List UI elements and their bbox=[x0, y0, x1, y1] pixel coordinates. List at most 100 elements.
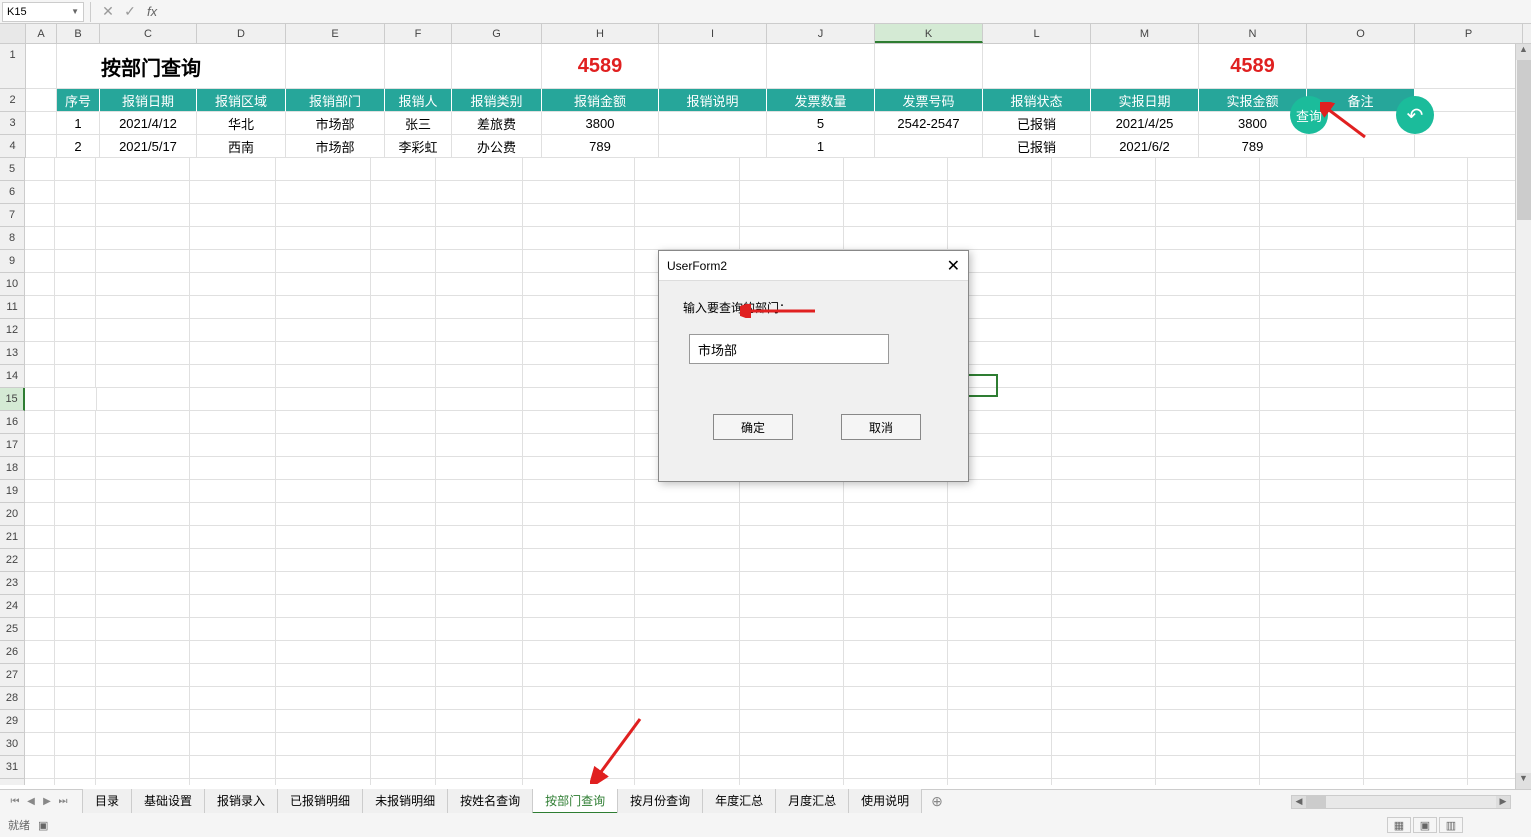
empty-cell[interactable] bbox=[371, 434, 436, 457]
empty-cell[interactable] bbox=[55, 342, 96, 365]
empty-cell[interactable] bbox=[96, 756, 190, 779]
empty-cell[interactable] bbox=[948, 664, 1052, 687]
empty-cell[interactable] bbox=[55, 733, 96, 756]
empty-cell[interactable] bbox=[276, 204, 371, 227]
empty-cell[interactable] bbox=[25, 480, 55, 503]
table-cell[interactable]: 张三 bbox=[385, 112, 452, 135]
empty-cell[interactable] bbox=[1364, 687, 1468, 710]
empty-cell[interactable] bbox=[96, 503, 190, 526]
empty-cell[interactable] bbox=[371, 756, 436, 779]
empty-cell[interactable] bbox=[740, 503, 844, 526]
spreadsheet-grid[interactable]: 1按部门查询458945892序号报销日期报销区域报销部门报销人报销类别报销金额… bbox=[0, 44, 1531, 785]
empty-cell[interactable] bbox=[190, 687, 276, 710]
empty-cell[interactable] bbox=[96, 733, 190, 756]
empty-cell[interactable] bbox=[25, 595, 55, 618]
sheet-tab[interactable]: 年度汇总 bbox=[702, 789, 776, 814]
empty-cell[interactable] bbox=[25, 296, 55, 319]
empty-cell[interactable] bbox=[25, 342, 55, 365]
empty-cell[interactable] bbox=[96, 480, 190, 503]
empty-cell[interactable] bbox=[25, 319, 55, 342]
empty-cell[interactable] bbox=[25, 503, 55, 526]
empty-cell[interactable] bbox=[25, 227, 55, 250]
empty-cell[interactable] bbox=[55, 319, 96, 342]
scroll-thumb-vertical[interactable] bbox=[1517, 60, 1531, 220]
column-header-K[interactable]: K bbox=[875, 24, 983, 43]
empty-cell[interactable] bbox=[436, 618, 523, 641]
row-header[interactable]: 1 bbox=[0, 44, 26, 89]
table-cell[interactable]: 3800 bbox=[542, 112, 659, 135]
empty-cell[interactable] bbox=[190, 457, 276, 480]
empty-cell[interactable] bbox=[55, 549, 96, 572]
empty-cell[interactable] bbox=[436, 204, 523, 227]
empty-cell[interactable] bbox=[948, 549, 1052, 572]
empty-cell[interactable] bbox=[190, 503, 276, 526]
row-header[interactable]: 12 bbox=[0, 319, 25, 342]
scroll-thumb-horizontal[interactable] bbox=[1306, 796, 1326, 808]
empty-cell[interactable] bbox=[635, 664, 739, 687]
empty-cell[interactable] bbox=[436, 342, 523, 365]
empty-cell[interactable] bbox=[740, 480, 844, 503]
empty-cell[interactable] bbox=[948, 687, 1052, 710]
table-cell[interactable]: 2021/6/2 bbox=[1091, 135, 1199, 158]
empty-cell[interactable] bbox=[523, 342, 636, 365]
sheet-tab[interactable]: 报销录入 bbox=[204, 789, 278, 814]
empty-cell[interactable] bbox=[96, 342, 190, 365]
empty-cell[interactable] bbox=[25, 250, 55, 273]
empty-cell[interactable] bbox=[55, 181, 96, 204]
empty-cell[interactable] bbox=[190, 296, 276, 319]
empty-cell[interactable] bbox=[276, 687, 371, 710]
row-header[interactable]: 30 bbox=[0, 733, 25, 756]
empty-cell[interactable] bbox=[523, 618, 636, 641]
empty-cell[interactable] bbox=[1052, 480, 1156, 503]
row-header[interactable]: 22 bbox=[0, 549, 25, 572]
empty-cell[interactable] bbox=[55, 250, 96, 273]
empty-cell[interactable] bbox=[276, 434, 371, 457]
accept-formula-button[interactable]: ✓ bbox=[119, 2, 141, 22]
empty-cell[interactable] bbox=[25, 158, 55, 181]
empty-cell[interactable] bbox=[1364, 457, 1468, 480]
empty-cell[interactable] bbox=[96, 204, 190, 227]
select-all-corner[interactable] bbox=[0, 24, 26, 43]
table-cell[interactable] bbox=[875, 135, 983, 158]
empty-cell[interactable] bbox=[276, 710, 371, 733]
empty-cell[interactable] bbox=[1260, 641, 1364, 664]
column-header-E[interactable]: E bbox=[286, 24, 385, 43]
empty-cell[interactable] bbox=[1052, 664, 1156, 687]
row-header[interactable]: 17 bbox=[0, 434, 25, 457]
empty-cell[interactable] bbox=[1364, 733, 1468, 756]
empty-cell[interactable] bbox=[96, 411, 190, 434]
empty-cell[interactable] bbox=[1364, 365, 1468, 388]
empty-cell[interactable] bbox=[1364, 273, 1468, 296]
empty-cell[interactable] bbox=[55, 227, 96, 250]
empty-cell[interactable] bbox=[190, 641, 276, 664]
empty-cell[interactable] bbox=[844, 181, 948, 204]
empty-cell[interactable] bbox=[523, 480, 636, 503]
column-header-C[interactable]: C bbox=[100, 24, 197, 43]
empty-cell[interactable] bbox=[1260, 572, 1364, 595]
empty-cell[interactable] bbox=[740, 687, 844, 710]
empty-cell[interactable] bbox=[55, 296, 96, 319]
row-header[interactable]: 29 bbox=[0, 710, 25, 733]
empty-cell[interactable] bbox=[25, 572, 55, 595]
row-header[interactable]: 19 bbox=[0, 480, 25, 503]
empty-cell[interactable] bbox=[844, 227, 948, 250]
table-cell[interactable]: 2021/5/17 bbox=[100, 135, 197, 158]
row-header[interactable]: 3 bbox=[0, 112, 26, 135]
empty-cell[interactable] bbox=[523, 756, 636, 779]
empty-cell[interactable] bbox=[1156, 250, 1260, 273]
empty-cell[interactable] bbox=[276, 227, 371, 250]
empty-cell[interactable] bbox=[371, 618, 436, 641]
empty-cell[interactable] bbox=[436, 434, 523, 457]
empty-cell[interactable] bbox=[25, 779, 55, 785]
empty-cell[interactable] bbox=[523, 503, 636, 526]
empty-cell[interactable] bbox=[740, 641, 844, 664]
empty-cell[interactable] bbox=[96, 158, 190, 181]
table-cell[interactable]: 办公费 bbox=[452, 135, 542, 158]
empty-cell[interactable] bbox=[1260, 411, 1364, 434]
empty-cell[interactable] bbox=[25, 204, 55, 227]
empty-cell[interactable] bbox=[844, 710, 948, 733]
empty-cell[interactable] bbox=[1260, 733, 1364, 756]
table-cell[interactable]: 2 bbox=[57, 135, 100, 158]
empty-cell[interactable] bbox=[96, 549, 190, 572]
empty-cell[interactable] bbox=[25, 687, 55, 710]
